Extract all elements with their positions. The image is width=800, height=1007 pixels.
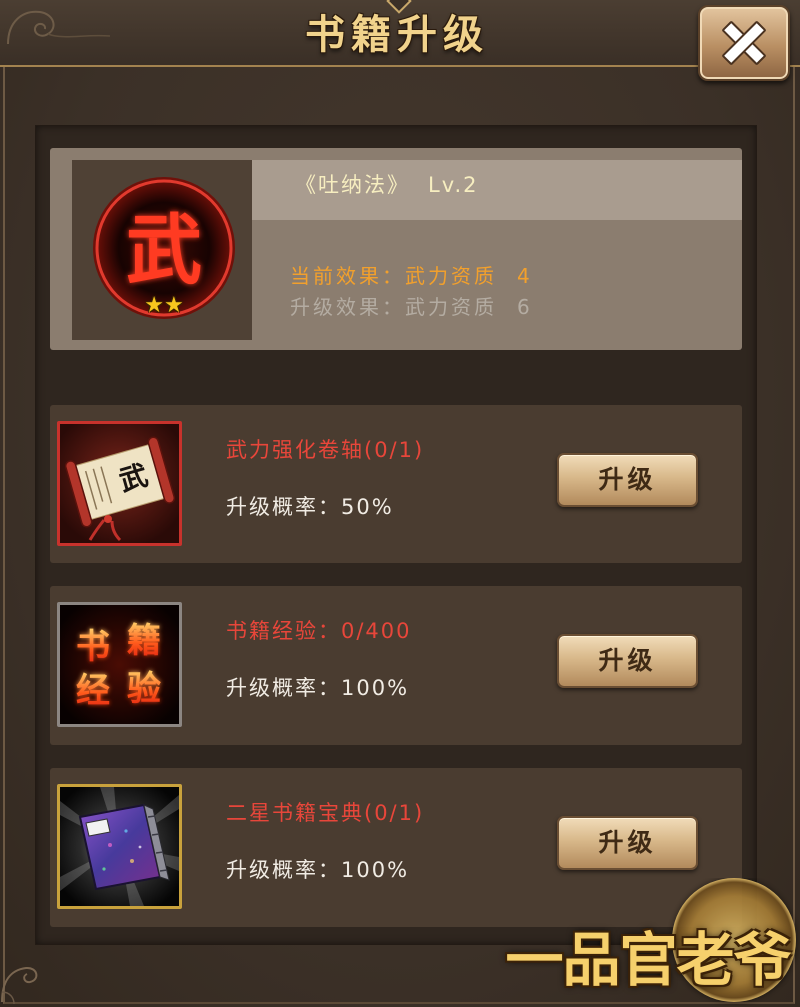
effect-attribute: 武力资质: [405, 295, 497, 319]
upgrade-rate: 升级概率：50%: [226, 495, 394, 519]
book-tome-icon: [60, 787, 179, 906]
effect-value: 4: [517, 264, 533, 288]
item-slot[interactable]: 书 籍 经 验: [57, 602, 182, 727]
close-icon: [700, 7, 788, 79]
book-title-band: 《吐纳法》 Lv.2: [252, 160, 742, 220]
rate-value: 100%: [341, 676, 410, 700]
rate-value: 100%: [341, 858, 410, 882]
rate-label: 升级概率：: [226, 495, 341, 519]
item-slot[interactable]: 武: [57, 421, 182, 546]
book-level: Lv.2: [428, 173, 479, 197]
rate-value: 50%: [341, 495, 394, 519]
material-row: 书 籍 经 验 书籍经验：0/400 升级概率：100% 升级: [50, 586, 742, 745]
effect-label: 升级效果：: [290, 295, 405, 319]
material-name: 书籍经验：0/400: [226, 619, 412, 643]
upgrade-button[interactable]: 升级: [557, 634, 698, 688]
book-experience-icon: 书 籍 经 验: [60, 605, 179, 724]
upgrade-button[interactable]: 升级: [557, 453, 698, 507]
upgrade-button[interactable]: 升级: [557, 816, 698, 870]
material-row: 武 武力强化卷轴(0/1) 升级概率：50% 升级: [50, 405, 742, 563]
book-info-card: 武 ★★ 《吐纳法》 Lv.2 当前效果：武力资质 4 升级效果：武力资质 6: [50, 148, 742, 350]
swirl-ornament-icon: [7, 10, 111, 45]
item-slot[interactable]: [57, 784, 182, 909]
upgrade-rate: 升级概率：100%: [226, 676, 409, 700]
close-button[interactable]: [698, 5, 790, 81]
icon-character: 书: [76, 627, 110, 667]
star-icon: ★: [144, 293, 164, 318]
header-bar: 书籍升级: [0, 0, 800, 67]
book-icon-slot[interactable]: 武 ★★: [72, 160, 252, 340]
logo-text: 一品官老爷: [505, 926, 791, 994]
rate-label: 升级概率：: [226, 858, 341, 882]
rate-label: 升级概率：: [226, 676, 341, 700]
icon-character: 验: [127, 669, 161, 709]
icon-character: 经: [76, 671, 110, 711]
current-effect: 当前效果：武力资质 4: [290, 264, 533, 288]
scroll-icon: 武: [60, 424, 179, 543]
emblem-character: 武: [126, 206, 202, 295]
book-upgrade-window: 书籍升级 武 ★★ 《吐纳法》 Lv.2 当前效果：武力资质 4 升级效果：武力…: [0, 0, 800, 1007]
star-rating: ★★: [132, 292, 196, 320]
page-title: 书籍升级: [305, 12, 489, 58]
book-name: 《吐纳法》: [295, 173, 410, 197]
corner-ornament-icon: [1, 966, 38, 1004]
star-icon: ★: [164, 293, 184, 318]
material-name: 二星书籍宝典(0/1): [226, 801, 425, 825]
upgrade-effect: 升级效果：武力资质 6: [290, 295, 533, 319]
book-title: 《吐纳法》 Lv.2: [295, 171, 479, 199]
material-name: 武力强化卷轴(0/1): [226, 438, 425, 462]
upgrade-rate: 升级概率：100%: [226, 858, 409, 882]
effect-label: 当前效果：: [290, 264, 405, 288]
effect-value: 6: [517, 295, 533, 319]
icon-character: 籍: [127, 621, 161, 661]
effect-attribute: 武力资质: [405, 264, 497, 288]
game-logo: 一品官老爷: [496, 878, 800, 1006]
